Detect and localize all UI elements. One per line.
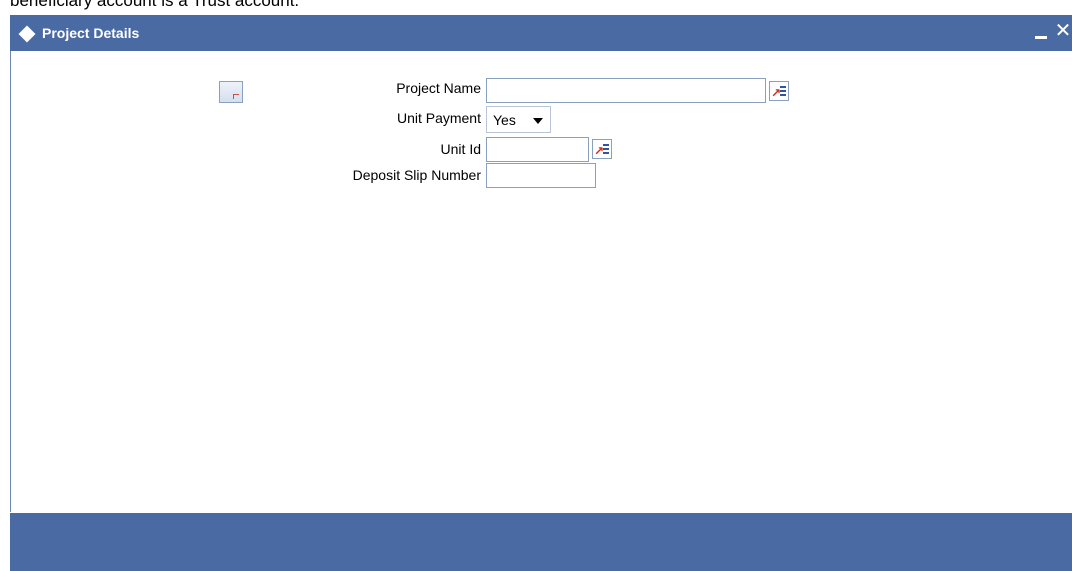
lov-list-icon	[603, 144, 609, 155]
document-icon[interactable]	[219, 81, 243, 103]
deposit-slip-number-input[interactable]	[486, 163, 596, 188]
window-title: Project Details	[42, 25, 140, 41]
lov-list-icon	[780, 86, 786, 97]
unit-payment-select[interactable]: Yes	[486, 106, 551, 133]
project-name-lov-button[interactable]: ↗	[769, 81, 789, 101]
unit-id-lov-button[interactable]: ↗	[592, 139, 612, 159]
project-name-label: Project Name	[396, 80, 481, 96]
unit-id-input[interactable]	[486, 137, 589, 162]
screen: beneficiary account is a Trust account. …	[0, 0, 1072, 571]
close-icon[interactable]: ✕	[1054, 20, 1072, 42]
unit-payment-selected: Yes	[493, 112, 516, 128]
unit-id-label: Unit Id	[440, 141, 481, 157]
project-name-input[interactable]	[486, 78, 766, 103]
minimize-icon[interactable]	[1035, 24, 1047, 40]
document-fold-icon	[233, 94, 239, 99]
unit-payment-label: Unit Payment	[396, 110, 481, 126]
window-footer	[10, 513, 1072, 571]
form-panel: Project Name ↗ Unit Payment Yes Unit Id …	[10, 51, 1072, 512]
project-details-window: Project Details ✕ Project Name ↗ Unit Pa…	[10, 15, 1072, 571]
window-titlebar[interactable]: Project Details ✕	[10, 15, 1072, 51]
chevron-down-icon	[533, 118, 543, 124]
title-diamond-icon	[18, 25, 36, 43]
deposit-slip-number-label: Deposit Slip Number	[352, 167, 481, 183]
background-caption: beneficiary account is a Trust account.	[10, 0, 300, 10]
